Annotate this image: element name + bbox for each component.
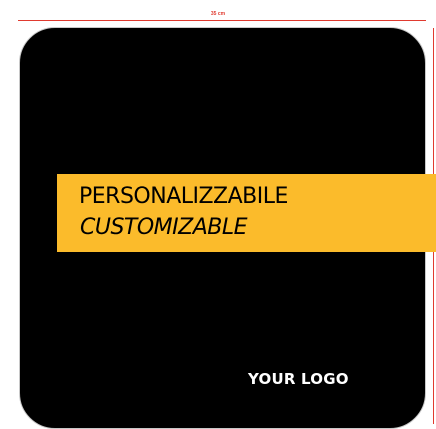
top-dimension-label: 35 cm bbox=[210, 11, 226, 17]
top-dimension-line bbox=[18, 20, 426, 21]
customizable-banner: PERSONALIZZABILE CUSTOMIZABLE bbox=[57, 174, 436, 252]
banner-title-english: CUSTOMIZABLE bbox=[80, 215, 248, 240]
logo-placeholder: YOUR LOGO bbox=[248, 370, 349, 388]
banner-title-italian: PERSONALIZZABILE bbox=[79, 184, 288, 209]
